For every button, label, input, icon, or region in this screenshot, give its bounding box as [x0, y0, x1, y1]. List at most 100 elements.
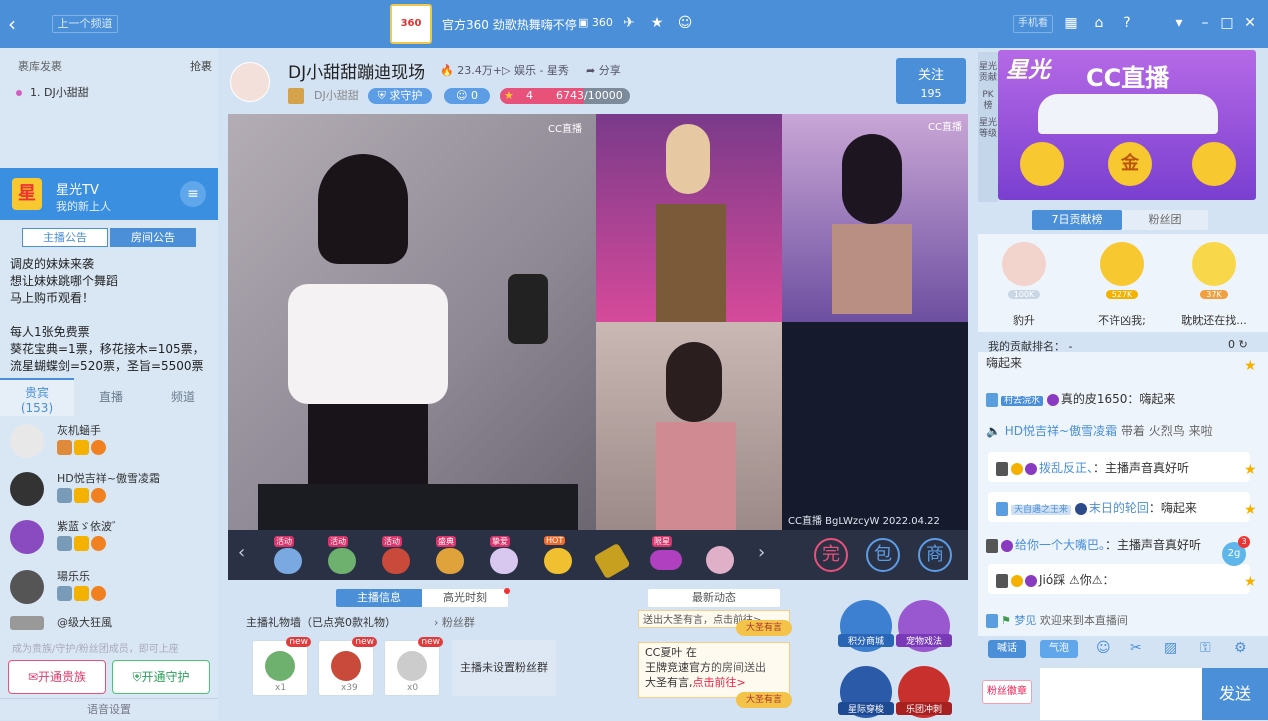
list-item[interactable]: 紫蓝ゞ依波゛ — [10, 518, 210, 564]
side-tab[interactable]: 星光等级 — [978, 118, 998, 140]
bubble-button[interactable]: 气泡 — [1040, 640, 1078, 658]
side-tab[interactable]: 星光贡献 — [978, 62, 998, 84]
fan-item[interactable]: 100K 豹升 — [988, 242, 1060, 328]
fans-button[interactable]: ☺ 0 — [444, 88, 490, 104]
chat-user[interactable]: 梦见 — [1014, 614, 1036, 627]
gift-item[interactable]: 挚爱 — [484, 536, 524, 576]
open-noble-button[interactable]: ✉开通贵族 — [8, 660, 106, 694]
right-panel: 星光贡献 PK榜 星光等级 星光 CC直播 金 7日贡献榜 粉丝团 100K 豹升… — [974, 48, 1268, 720]
dyn-link[interactable]: 点击前往> — [693, 676, 746, 689]
tab-highlights[interactable]: 高光时刻 — [422, 589, 508, 607]
anchor-avatar[interactable] — [230, 62, 270, 102]
fan-item[interactable]: 527K 不许凶我; — [1086, 242, 1158, 328]
gift-item[interactable]: 活动 — [322, 536, 362, 576]
gift-item[interactable]: 活动 — [376, 536, 416, 576]
chat-user[interactable]: 给你一个大嘴巴。 — [1015, 538, 1105, 552]
gift-item[interactable]: 活动 — [268, 536, 308, 576]
prev-channel-button[interactable]: 上一个频道 — [52, 15, 118, 33]
home-icon[interactable]: ⌂ — [1090, 14, 1108, 32]
complete-icon[interactable]: 完 — [814, 538, 848, 572]
event-banner[interactable]: 星光 CC直播 金 — [998, 50, 1256, 200]
gift-item[interactable]: 盛典 — [430, 536, 470, 576]
star-icon[interactable]: ★ — [1244, 462, 1257, 478]
rank-item[interactable]: 1. DJ小甜甜 — [16, 84, 89, 100]
maximize-icon[interactable]: □ — [1218, 14, 1236, 32]
ad-band-sprint[interactable]: 乐团冲刺 — [896, 666, 952, 718]
tab-fan-club[interactable]: 粉丝团 — [1122, 210, 1208, 230]
star-icon[interactable]: ★ — [1244, 358, 1257, 374]
gift-wall-slot[interactable]: new x1 — [252, 637, 311, 696]
scissors-icon[interactable]: ✂ — [1130, 640, 1142, 656]
chevron-left-icon[interactable]: ‹ — [238, 542, 245, 563]
ad-points-mall[interactable]: 积分商城 — [838, 600, 894, 652]
badge-icon — [74, 586, 89, 601]
menu-icon[interactable]: ≡ — [180, 181, 206, 207]
category[interactable]: ▷ 娱乐 - 星秀 — [502, 62, 569, 78]
fan-badge-button[interactable]: 粉丝徽章 — [982, 680, 1032, 704]
tab-vip[interactable]: 贵宾 (153) — [0, 378, 74, 416]
emoji-icon[interactable]: ☺ — [1096, 640, 1111, 656]
tab-room-notice[interactable]: 房间公告 — [110, 228, 196, 247]
people-icon[interactable]: ☺ — [676, 14, 694, 32]
fan-item[interactable]: 37K 耽眈还在找... — [1178, 242, 1250, 328]
tab-anchor-notice[interactable]: 主播公告 — [22, 228, 108, 247]
list-item[interactable]: HD悦吉祥~傲雪凌霜 — [10, 470, 210, 516]
tab-live[interactable]: 直播 — [74, 378, 148, 416]
chat-user[interactable]: HD悦吉祥~傲雪凌霜 — [1005, 424, 1117, 438]
star-icon[interactable]: ★ — [1244, 502, 1257, 518]
gift-item[interactable] — [700, 536, 740, 576]
grab-ticket-link[interactable]: 抢裹 — [190, 58, 212, 74]
notice-line: 每人1张免费票 — [10, 325, 90, 339]
video-player[interactable]: CC直播 CC直播 CC直播 BgLWzcyW 2022.04.22 — [228, 114, 968, 580]
open-guard-button[interactable]: ⛨开通守护 — [112, 660, 210, 694]
plane-icon[interactable]: ✈ — [620, 14, 638, 32]
chat-user[interactable]: Jió踩 ⚠你⚠ — [1039, 573, 1103, 587]
backpack-icon[interactable]: 包 — [866, 538, 900, 572]
side-tabs[interactable]: 星光贡献 PK榜 星光等级 — [978, 52, 998, 202]
help-icon[interactable]: ? — [1118, 14, 1136, 32]
star-icon[interactable]: ★ — [1244, 574, 1257, 590]
shop-icon[interactable]: 商 — [918, 538, 952, 572]
gift-item[interactable] — [592, 536, 632, 580]
gift-wall-slot[interactable]: new x39 — [318, 637, 377, 696]
chat-user[interactable]: 末日的轮回 — [1089, 501, 1149, 515]
dyn-card[interactable]: CC夏叶 在 王牌竞速官方的房间送出 大圣有言,点击前往> — [638, 642, 790, 698]
grid-icon[interactable]: ▦ — [1062, 14, 1080, 32]
guard-button[interactable]: ⛨ 求守护 — [368, 88, 432, 104]
back-icon[interactable]: ‹ — [8, 12, 28, 36]
level-icon — [1001, 539, 1013, 552]
tab-channel[interactable]: 频道 — [148, 378, 218, 416]
tab-anchor-info[interactable]: 主播信息 — [336, 589, 422, 607]
follow-button[interactable]: 关注 195 — [896, 58, 966, 104]
minimize-icon[interactable]: – — [1196, 14, 1214, 32]
close-icon[interactable]: ✕ — [1241, 14, 1259, 32]
list-item[interactable]: @级大狂風 — [10, 614, 210, 634]
voice-settings-button[interactable]: 语音设置 — [0, 698, 218, 720]
lock-icon[interactable]: ⚿ — [1200, 640, 1211, 656]
ad-star-travel[interactable]: 星际穿梭 — [838, 666, 894, 718]
gift-item[interactable]: HOT — [538, 536, 578, 576]
image-icon[interactable]: ▨ — [1164, 640, 1177, 656]
gift-item[interactable]: 限星 — [646, 536, 686, 576]
list-item[interactable]: 瑒乐乐 — [10, 568, 210, 614]
chevron-right-icon[interactable]: › — [758, 542, 765, 563]
send-button[interactable]: 发送 — [1202, 668, 1268, 720]
dropdown-icon[interactable]: ▾ — [1170, 14, 1188, 32]
gift-wall-slot[interactable]: new x0 — [384, 637, 443, 696]
refresh-icon[interactable]: ↻ — [1239, 338, 1248, 351]
settings-icon[interactable]: ⚙ — [1234, 640, 1247, 656]
chat-user[interactable]: 真的皮1650： — [1061, 392, 1140, 406]
tab-latest-news[interactable]: 最新动态 — [648, 589, 780, 607]
list-item[interactable]: 灰机蜬手 — [10, 422, 210, 468]
ad-pet-tricks[interactable]: 宠物戏法 — [896, 600, 952, 652]
gift-icon — [650, 550, 682, 570]
chat-user[interactable]: 拨乱反正、 — [1039, 461, 1093, 475]
tab-7day-rank[interactable]: 7日贡献榜 — [1032, 210, 1122, 230]
shout-button[interactable]: 喊话 — [988, 640, 1026, 658]
phone-watch-button[interactable]: 手机看 — [1013, 15, 1053, 33]
side-tab[interactable]: PK榜 — [978, 90, 998, 112]
share-button[interactable]: ➦ 分享 — [586, 62, 621, 78]
xgtv-panel[interactable]: 星 星光TV 我的新上人 ≡ — [0, 168, 218, 220]
chat-input[interactable] — [1040, 668, 1202, 720]
star-icon[interactable]: ★ — [648, 14, 666, 32]
